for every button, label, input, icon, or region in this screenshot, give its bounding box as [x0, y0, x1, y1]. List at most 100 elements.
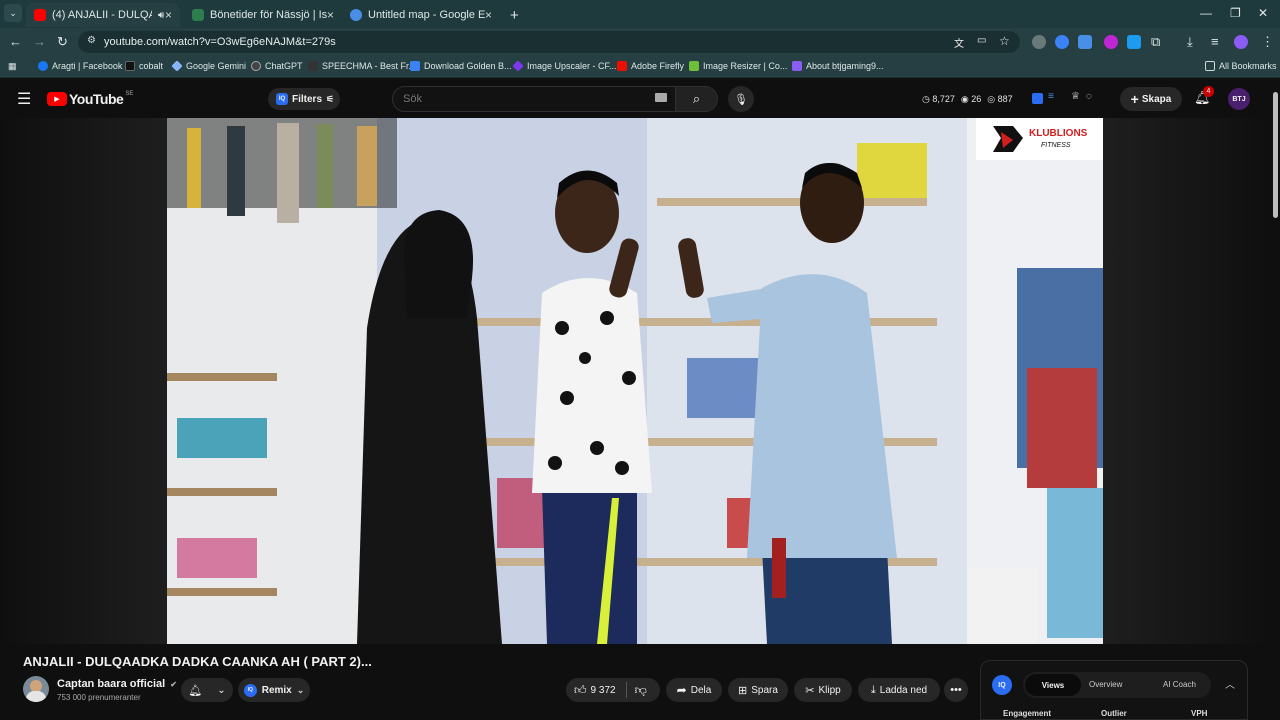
bookmarks-bar: ▦ Aragti | Facebook cobalt Google Gemini…: [0, 56, 1280, 78]
sliders-icon: ⚟: [326, 93, 335, 104]
search-icon: ⌕: [692, 91, 701, 106]
tab-youtube[interactable]: (4) ANJALII - DULQAADKA I 🔊︎ ×: [26, 3, 180, 27]
cast-icon[interactable]: ▭: [977, 35, 986, 46]
clip-button[interactable]: ✂ Klipp: [794, 678, 852, 702]
media-queue-icon[interactable]: ≡: [1211, 34, 1219, 49]
maximize-icon[interactable]: ❐: [1230, 6, 1241, 20]
gemini-icon: [171, 60, 183, 72]
video-player[interactable]: KLUBLIONS FITNESS: [167, 118, 1103, 644]
speaker-icon: 🔊︎: [158, 9, 165, 21]
extension-icon[interactable]: [1104, 35, 1118, 49]
scissors-icon: ✂: [805, 684, 815, 697]
close-window-icon[interactable]: ✕: [1258, 6, 1268, 20]
plus-icon: +: [1130, 91, 1139, 107]
bookmark-item[interactable]: Image Resizer | Co...: [689, 61, 787, 71]
youtube-logo[interactable]: ▶ YouTube SE: [47, 91, 133, 107]
tab-overview[interactable]: Overview: [1089, 680, 1122, 689]
search-input[interactable]: [393, 87, 673, 111]
share-button[interactable]: ➦ Dela: [666, 678, 722, 702]
like-button[interactable]: 👍︎ 9 372: [574, 683, 616, 698]
all-bookmarks-label: All Bookmarks: [1219, 61, 1277, 71]
video-frame-illustration: KLUBLIONS FITNESS: [167, 118, 1103, 644]
save-button[interactable]: ⊞ Spara: [728, 678, 788, 702]
youtube-header: ☰ ▶ YouTube SE IQ Filters ⚟ ⌕ 🎙︎ ◷ 8,727…: [0, 80, 1280, 118]
vidiq-tab-group: Views Overview AI Coach: [1023, 672, 1211, 698]
google-earth-favicon-icon: [350, 9, 362, 21]
menu-dots-icon[interactable]: ⋮: [1261, 34, 1274, 50]
page-scrollbar[interactable]: [1270, 80, 1280, 720]
omnibox[interactable]: ⚙︎ youtube.com/watch?v=O3wEg6eNAJM&t=279…: [78, 31, 1020, 53]
bookmark-item[interactable]: Image Upscaler - CF...: [512, 60, 617, 72]
filters-button[interactable]: IQ Filters ⚟: [268, 88, 340, 110]
site-info-icon[interactable]: ⚙︎: [87, 35, 96, 46]
likes-stat: ◉ 26: [961, 94, 981, 105]
player-background-left: [0, 118, 167, 644]
download-site-icon: [410, 61, 420, 71]
tab-ai-coach[interactable]: AI Coach: [1163, 680, 1196, 689]
collapse-chevron-icon[interactable]: ︿: [1225, 676, 1235, 691]
scrollbar-thumb[interactable]: [1273, 92, 1278, 218]
apps-grid-icon[interactable]: ▦: [8, 61, 17, 72]
profile-avatar[interactable]: [1234, 35, 1248, 49]
vidiq-menu-icon[interactable]: ≡: [1048, 91, 1054, 102]
clock-icon: ◷: [922, 94, 930, 104]
bookmark-item[interactable]: Google Gemini: [171, 60, 246, 72]
bookmark-item[interactable]: SPEECHMA - Best Fr...: [308, 61, 416, 71]
close-tab-icon[interactable]: ×: [165, 8, 172, 22]
tab-views[interactable]: Views: [1025, 674, 1081, 696]
avatar[interactable]: BTJ: [1228, 88, 1250, 110]
bookmark-item[interactable]: ChatGPT: [251, 61, 303, 71]
channel-name[interactable]: Captan baara official ✔︎: [57, 678, 177, 690]
hamburger-menu-icon[interactable]: ☰: [17, 89, 31, 109]
tab-google-earth[interactable]: Untitled map - Google Earth ×: [342, 3, 500, 27]
reload-icon[interactable]: ↻: [57, 34, 68, 50]
column-outlier: Outlier: [1101, 709, 1127, 718]
download-icon[interactable]: ⤓: [1187, 34, 1193, 50]
extension-icon[interactable]: [1032, 35, 1046, 49]
minimize-icon[interactable]: —: [1200, 6, 1212, 20]
vidiq-icon[interactable]: [1032, 93, 1043, 104]
verified-check-icon: ✔︎: [170, 680, 177, 689]
bookmark-item[interactable]: Adobe Firefly: [617, 61, 684, 71]
search-button[interactable]: ⌕: [675, 87, 717, 111]
vidiq-stats: ◷ 8,727 ◉ 26 ◎ 887: [922, 94, 1013, 105]
remix-label: Remix: [261, 684, 292, 696]
chat-icon[interactable]: ◌: [1086, 91, 1092, 102]
tab-search-button[interactable]: ⌄: [4, 4, 22, 22]
adobe-firefly-icon: [617, 61, 627, 71]
new-tab-button[interactable]: +: [502, 3, 522, 27]
bookmark-item[interactable]: About btjgaming9...: [792, 61, 884, 71]
translate-icon[interactable]: 文: [954, 35, 964, 50]
forward-icon[interactable]: →: [33, 34, 46, 49]
channel-avatar[interactable]: [23, 676, 49, 702]
tab-islam[interactable]: Bönetider för Nässjö | Islam.nu ×: [184, 3, 342, 27]
close-tab-icon[interactable]: ×: [485, 8, 492, 22]
trophy-icon[interactable]: ♕: [1071, 91, 1080, 102]
url-text: youtube.com/watch?v=O3wEg6eNAJM&t=279s: [104, 36, 336, 48]
dislike-button[interactable]: 👎︎: [635, 683, 647, 698]
extension-icon[interactable]: [1078, 35, 1092, 49]
bookmark-star-icon[interactable]: ☆: [999, 34, 1010, 48]
bookmark-item[interactable]: cobalt: [125, 61, 163, 71]
keyboard-icon[interactable]: [655, 93, 667, 102]
all-bookmarks[interactable]: All Bookmarks: [1205, 61, 1277, 71]
more-actions-button[interactable]: •••: [944, 678, 968, 702]
like-dislike-group: 👍︎ 9 372 👎︎: [566, 678, 660, 702]
column-engagement: Engagement: [1003, 709, 1052, 718]
close-tab-icon[interactable]: ×: [327, 8, 334, 22]
search-box: ⌕: [392, 86, 718, 112]
tab-title: (4) ANJALII - DULQAADKA I: [52, 9, 152, 21]
create-button[interactable]: + Skapa: [1120, 87, 1182, 111]
subs-count: 887: [997, 94, 1013, 104]
voice-search-button[interactable]: 🎙︎: [728, 86, 754, 112]
extensions-puzzle-icon[interactable]: ⧉: [1151, 34, 1160, 50]
extension-icon[interactable]: [1055, 35, 1069, 49]
remix-button[interactable]: IQ Remix ⌄: [238, 678, 310, 702]
bell-icon: 🔔︎: [188, 684, 203, 697]
back-icon[interactable]: ←: [9, 34, 22, 49]
download-button[interactable]: ⤓ Ladda ned: [858, 678, 940, 702]
bookmark-item[interactable]: Aragti | Facebook: [38, 61, 122, 71]
extension-icon[interactable]: [1127, 35, 1141, 49]
subscribed-notifications-button[interactable]: 🔔︎ ⌄: [181, 678, 233, 702]
bookmark-item[interactable]: Download Golden B...: [410, 61, 512, 71]
